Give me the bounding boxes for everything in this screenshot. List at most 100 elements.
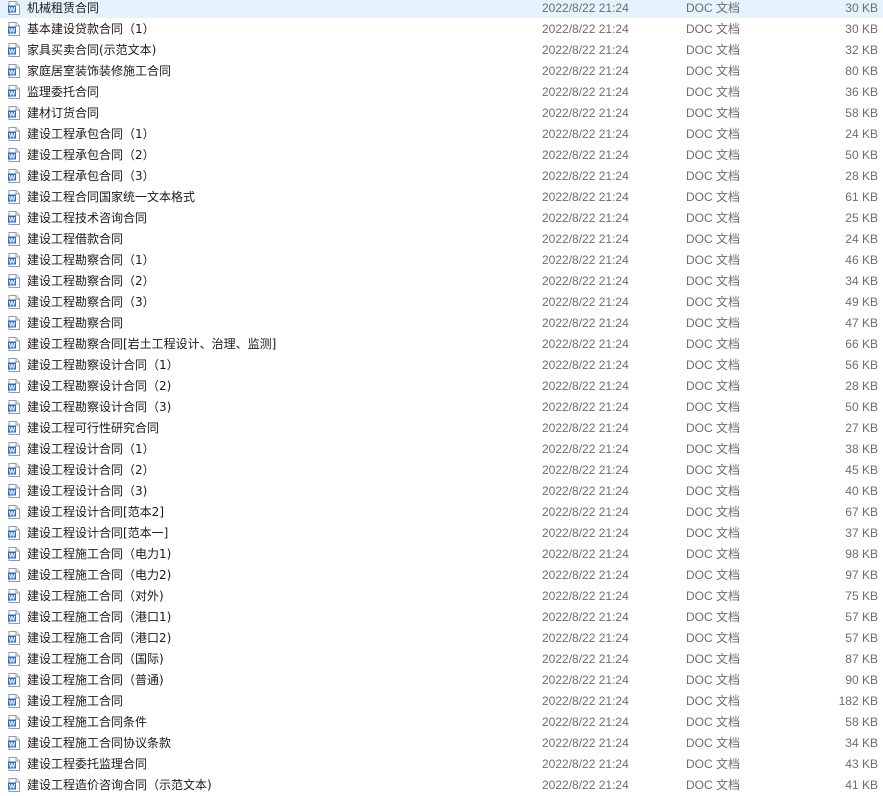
svg-text:W: W [9, 363, 16, 370]
file-type: DOC 文档 [686, 778, 741, 792]
file-row[interactable]: W 家庭居室装饰装修施工合同 2022/8/22 21:24 DOC 文档 80… [0, 60, 883, 81]
file-row[interactable]: W 建设工程合同国家统一文本格式 2022/8/22 21:24 DOC 文档 … [0, 186, 883, 207]
file-name: 基本建设贷款合同（1） [27, 22, 155, 36]
svg-text:W: W [9, 615, 16, 622]
file-row[interactable]: W 建设工程技术咨询合同 2022/8/22 21:24 DOC 文档 25 K… [0, 207, 883, 228]
file-row[interactable]: W 建设工程勘察合同（2） 2022/8/22 21:24 DOC 文档 34 … [0, 270, 883, 291]
file-row[interactable]: W 建设工程勘察设计合同（3) 2022/8/22 21:24 DOC 文档 5… [0, 396, 883, 417]
file-name: 建设工程承包合同（3） [27, 169, 155, 183]
file-name: 建设工程勘察设计合同（2) [27, 379, 172, 393]
file-row[interactable]: W 基本建设贷款合同（1） 2022/8/22 21:24 DOC 文档 30 … [0, 18, 883, 39]
word-doc-icon: W [8, 714, 20, 729]
file-name: 建设工程承包合同（1） [27, 127, 155, 141]
file-row[interactable]: W 建设工程施工合同协议条款 2022/8/22 21:24 DOC 文档 34… [0, 732, 883, 753]
file-row[interactable]: W 建设工程承包合同（1） 2022/8/22 21:24 DOC 文档 24 … [0, 123, 883, 144]
file-type: DOC 文档 [686, 715, 741, 729]
file-type: DOC 文档 [686, 64, 741, 78]
file-row[interactable]: W 机械租赁合同 2022/8/22 21:24 DOC 文档 30 KB [0, 0, 883, 18]
file-name: 建设工程勘察合同 [27, 316, 124, 330]
file-date: 2022/8/22 21:24 [542, 84, 629, 99]
file-row[interactable]: W 建设工程施工合同 2022/8/22 21:24 DOC 文档 182 KB [0, 690, 883, 711]
svg-text:W: W [9, 132, 16, 139]
file-name: 建设工程勘察合同（1） [27, 253, 155, 267]
word-doc-icon: W [8, 105, 20, 120]
file-size: 50 KB [845, 147, 878, 162]
word-doc-icon: W [8, 63, 20, 78]
file-size: 43 KB [845, 756, 878, 771]
file-type: DOC 文档 [686, 169, 741, 183]
file-name: 建设工程设计合同[范本一] [27, 526, 169, 540]
file-size: 38 KB [845, 441, 878, 456]
svg-text:W: W [9, 405, 16, 412]
file-row[interactable]: W 建设工程施工合同（国际) 2022/8/22 21:24 DOC 文档 87… [0, 648, 883, 669]
file-name: 建设工程造价咨询合同（示范文本) [27, 778, 212, 792]
file-row[interactable]: W 建设工程勘察设计合同（1） 2022/8/22 21:24 DOC 文档 5… [0, 354, 883, 375]
file-row[interactable]: W 建设工程勘察合同[岩土工程设计、治理、监测] 2022/8/22 21:24… [0, 333, 883, 354]
file-name: 机械租赁合同 [27, 1, 100, 15]
file-row[interactable]: W 建设工程设计合同（3) 2022/8/22 21:24 DOC 文档 40 … [0, 480, 883, 501]
file-row[interactable]: W 监理委托合同 2022/8/22 21:24 DOC 文档 36 KB [0, 81, 883, 102]
file-size: 75 KB [845, 588, 878, 603]
file-type: DOC 文档 [686, 1, 741, 15]
word-doc-icon: W [8, 42, 20, 57]
file-row[interactable]: W 建设工程委托监理合同 2022/8/22 21:24 DOC 文档 43 K… [0, 753, 883, 774]
file-row[interactable]: W 建设工程设计合同[范本一] 2022/8/22 21:24 DOC 文档 3… [0, 522, 883, 543]
svg-text:W: W [9, 426, 16, 433]
file-name: 建设工程施工合同（国际) [27, 652, 164, 666]
file-size: 67 KB [845, 504, 878, 519]
file-row[interactable]: W 建材订货合同 2022/8/22 21:24 DOC 文档 58 KB [0, 102, 883, 123]
file-name: 建材订货合同 [27, 106, 100, 120]
word-doc-icon: W [8, 609, 20, 624]
svg-text:W: W [9, 195, 16, 202]
file-date: 2022/8/22 21:24 [542, 315, 629, 330]
file-row[interactable]: W 建设工程承包合同（2） 2022/8/22 21:24 DOC 文档 50 … [0, 144, 883, 165]
file-row[interactable]: W 建设工程设计合同（2） 2022/8/22 21:24 DOC 文档 45 … [0, 459, 883, 480]
file-size: 30 KB [845, 0, 878, 15]
file-row[interactable]: W 建设工程设计合同[范本2] 2022/8/22 21:24 DOC 文档 6… [0, 501, 883, 522]
file-row[interactable]: W 建设工程勘察合同 2022/8/22 21:24 DOC 文档 47 KB [0, 312, 883, 333]
file-row[interactable]: W 建设工程施工合同（电力1) 2022/8/22 21:24 DOC 文档 9… [0, 543, 883, 564]
file-row[interactable]: W 建设工程借款合同 2022/8/22 21:24 DOC 文档 24 KB [0, 228, 883, 249]
file-row[interactable]: W 建设工程施工合同（普通) 2022/8/22 21:24 DOC 文档 90… [0, 669, 883, 690]
svg-text:W: W [9, 216, 16, 223]
file-row[interactable]: W 建设工程施工合同（港口1) 2022/8/22 21:24 DOC 文档 5… [0, 606, 883, 627]
word-doc-icon: W [8, 147, 20, 162]
word-doc-icon: W [8, 84, 20, 99]
file-size: 40 KB [845, 483, 878, 498]
svg-text:W: W [9, 447, 16, 454]
file-type: DOC 文档 [686, 190, 741, 204]
file-size: 58 KB [845, 714, 878, 729]
file-type: DOC 文档 [686, 148, 741, 162]
file-type: DOC 文档 [686, 274, 741, 288]
file-size: 46 KB [845, 252, 878, 267]
file-row[interactable]: W 建设工程勘察合同（3） 2022/8/22 21:24 DOC 文档 49 … [0, 291, 883, 312]
file-row[interactable]: W 建设工程勘察设计合同（2) 2022/8/22 21:24 DOC 文档 2… [0, 375, 883, 396]
svg-text:W: W [9, 762, 16, 769]
svg-text:W: W [9, 468, 16, 475]
file-row[interactable]: W 建设工程勘察合同（1） 2022/8/22 21:24 DOC 文档 46 … [0, 249, 883, 270]
file-date: 2022/8/22 21:24 [542, 210, 629, 225]
file-name: 建设工程勘察合同[岩土工程设计、治理、监测] [27, 337, 277, 351]
file-row[interactable]: W 建设工程施工合同条件 2022/8/22 21:24 DOC 文档 58 K… [0, 711, 883, 732]
file-date: 2022/8/22 21:24 [542, 399, 629, 414]
file-date: 2022/8/22 21:24 [542, 357, 629, 372]
file-date: 2022/8/22 21:24 [542, 588, 629, 603]
file-row[interactable]: W 建设工程可行性研究合同 2022/8/22 21:24 DOC 文档 27 … [0, 417, 883, 438]
word-doc-icon: W [8, 273, 20, 288]
file-size: 45 KB [845, 462, 878, 477]
word-doc-icon: W [8, 483, 20, 498]
file-size: 37 KB [845, 525, 878, 540]
file-row[interactable]: W 建设工程施工合同（电力2) 2022/8/22 21:24 DOC 文档 9… [0, 564, 883, 585]
svg-text:W: W [9, 153, 16, 160]
file-row[interactable]: W 建设工程承包合同（3） 2022/8/22 21:24 DOC 文档 28 … [0, 165, 883, 186]
svg-text:W: W [9, 279, 16, 286]
file-row[interactable]: W 家具买卖合同(示范文本) 2022/8/22 21:24 DOC 文档 32… [0, 39, 883, 60]
file-name: 建设工程委托监理合同 [27, 757, 148, 771]
file-row[interactable]: W 建设工程施工合同（对外) 2022/8/22 21:24 DOC 文档 75… [0, 585, 883, 606]
file-row[interactable]: W 建设工程施工合同（港口2) 2022/8/22 21:24 DOC 文档 5… [0, 627, 883, 648]
file-row[interactable]: W 建设工程设计合同（1） 2022/8/22 21:24 DOC 文档 38 … [0, 438, 883, 459]
file-row[interactable]: W 建设工程造价咨询合同（示范文本) 2022/8/22 21:24 DOC 文… [0, 774, 883, 795]
word-doc-icon: W [8, 315, 20, 330]
svg-text:W: W [9, 69, 16, 76]
svg-text:W: W [9, 783, 16, 790]
